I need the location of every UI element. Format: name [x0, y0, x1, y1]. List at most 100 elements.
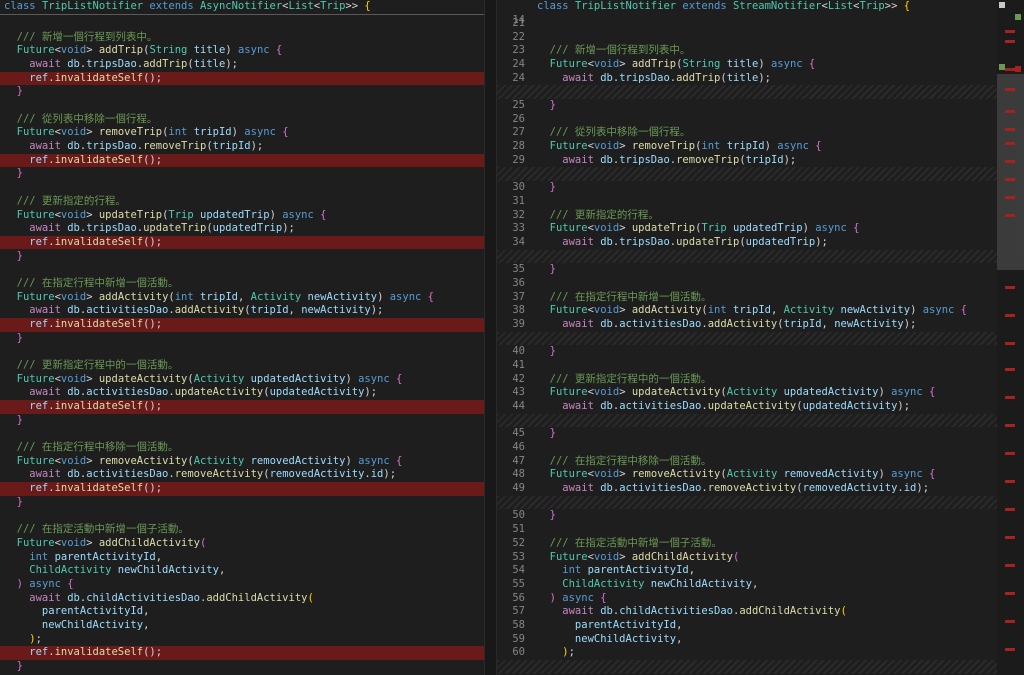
deleted-line[interactable]: ref.invalidateSelf(); — [0, 317, 484, 332]
code-line[interactable]: int parentActivityId, — [0, 551, 484, 565]
code-line[interactable]: 35 } — [497, 263, 997, 277]
code-line[interactable]: 51 — [497, 523, 997, 537]
code-line[interactable]: parentActivityId, — [0, 605, 484, 619]
left-sticky-header[interactable]: class TripListNotifier extends AsyncNoti… — [0, 0, 484, 15]
diff-filler-line[interactable] — [497, 167, 997, 182]
code-line[interactable]: ) async { — [0, 578, 484, 592]
code-line[interactable]: 32 /// 更新指定的行程。 — [497, 209, 997, 223]
code-line[interactable] — [0, 99, 484, 113]
minimap-scrollbar-icon[interactable] — [997, 0, 1024, 675]
code-line[interactable]: } — [0, 660, 484, 674]
code-line[interactable]: Future<void> updateActivity(Activity upd… — [0, 373, 484, 387]
code-line[interactable]: /// 從列表中移除一個行程。 — [0, 113, 484, 127]
code-line[interactable]: await db.tripsDao.updateTrip(updatedTrip… — [0, 222, 484, 236]
code-line[interactable]: 41 — [497, 359, 997, 373]
deleted-line[interactable]: ref.invalidateSelf(); — [0, 153, 484, 168]
code-line[interactable]: 56 ) async { — [497, 592, 997, 606]
diff-filler-line[interactable] — [497, 495, 997, 510]
code-line[interactable]: ChildActivity newChildActivity, — [0, 564, 484, 578]
code-line[interactable]: 58 parentActivityId, — [497, 619, 997, 633]
code-line[interactable]: 21 — [497, 17, 997, 31]
code-line[interactable]: } — [0, 250, 484, 264]
code-line[interactable]: } — [0, 167, 484, 181]
code-line[interactable]: 22 — [497, 31, 997, 45]
right-sticky-header[interactable]: 14 class TripListNotifier extends Stream… — [497, 0, 997, 26]
code-line[interactable]: 24 await db.tripsDao.addTrip(title); — [497, 72, 997, 86]
code-line[interactable]: 38 Future<void> addActivity(int tripId, … — [497, 304, 997, 318]
code-line[interactable] — [0, 345, 484, 359]
code-line[interactable]: Future<void> addTrip(String title) async… — [0, 44, 484, 58]
code-line[interactable]: await db.activitiesDao.addActivity(tripI… — [0, 304, 484, 318]
code-line[interactable]: await db.childActivitiesDao.addChildActi… — [0, 592, 484, 606]
deleted-line[interactable]: ref.invalidateSelf(); — [0, 71, 484, 86]
minimap-slider[interactable] — [997, 74, 1024, 270]
code-line[interactable]: 60 ); — [497, 646, 997, 660]
code-line[interactable]: 26 — [497, 113, 997, 127]
code-line[interactable]: 45 } — [497, 427, 997, 441]
code-line[interactable]: 39 await db.activitiesDao.addActivity(tr… — [497, 318, 997, 332]
code-line[interactable]: 25 } — [497, 99, 997, 113]
code-line[interactable]: 42 /// 更新指定行程中的一個活動。 — [497, 373, 997, 387]
code-line[interactable]: 44 await db.activitiesDao.updateActivity… — [497, 400, 997, 414]
code-line[interactable]: 37 /// 在指定行程中新增一個活動。 — [497, 291, 997, 305]
diff-filler-line[interactable] — [497, 85, 997, 99]
code-line[interactable]: 24 Future<void> addTrip(String title) as… — [497, 58, 997, 72]
code-line[interactable]: 53 Future<void> addChildActivity( — [497, 551, 997, 565]
diff-filler-line[interactable] — [497, 331, 997, 346]
code-line[interactable]: Future<void> removeTrip(int tripId) asyn… — [0, 126, 484, 140]
code-line[interactable]: 34 await db.tripsDao.updateTrip(updatedT… — [497, 236, 997, 250]
deleted-line[interactable]: ref.invalidateSelf(); — [0, 400, 484, 414]
code-line[interactable]: await db.tripsDao.addTrip(title); — [0, 58, 484, 72]
deleted-line[interactable]: ref.invalidateSelf(); — [0, 235, 484, 250]
code-line[interactable]: Future<void> addChildActivity( — [0, 537, 484, 551]
code-line[interactable]: } — [0, 332, 484, 346]
code-line[interactable]: await db.activitiesDao.updateActivity(up… — [0, 386, 484, 400]
code-line[interactable]: } — [0, 414, 484, 428]
code-line[interactable]: 40 } — [497, 345, 997, 359]
code-line[interactable]: 29 await db.tripsDao.removeTrip(tripId); — [497, 154, 997, 168]
code-line[interactable]: 50 } — [497, 509, 997, 523]
code-line[interactable]: 55 ChildActivity newChildActivity, — [497, 578, 997, 592]
code-line[interactable]: await db.activitiesDao.removeActivity(re… — [0, 468, 484, 482]
diff-filler-line[interactable] — [497, 659, 997, 674]
code-line[interactable]: 57 await db.childActivitiesDao.addChildA… — [497, 605, 997, 619]
diff-filler-line[interactable] — [497, 413, 997, 428]
code-line[interactable]: 31 — [497, 195, 997, 209]
code-line[interactable]: } — [0, 85, 484, 99]
code-line[interactable] — [0, 509, 484, 523]
code-line[interactable]: 36 — [497, 277, 997, 291]
code-line[interactable]: 52 /// 在指定活動中新增一個子活動。 — [497, 537, 997, 551]
right-diff-editor[interactable]: 14 class TripListNotifier extends Stream… — [497, 0, 997, 675]
code-line[interactable]: 48 Future<void> removeActivity(Activity … — [497, 468, 997, 482]
code-line[interactable]: await db.tripsDao.removeTrip(tripId); — [0, 140, 484, 154]
code-line[interactable]: /// 在指定活動中新增一個子活動。 — [0, 523, 484, 537]
code-line[interactable]: Future<void> addActivity(int tripId, Act… — [0, 291, 484, 305]
code-line[interactable]: 27 /// 從列表中移除一個行程。 — [497, 126, 997, 140]
code-line[interactable]: 43 Future<void> updateActivity(Activity … — [497, 386, 997, 400]
left-diff-editor[interactable]: class TripListNotifier extends AsyncNoti… — [0, 0, 484, 675]
code-line[interactable]: 33 Future<void> updateTrip(Trip updatedT… — [497, 222, 997, 236]
code-line[interactable]: } — [0, 496, 484, 510]
diff-divider[interactable] — [484, 0, 497, 675]
code-line[interactable]: newChildActivity, — [0, 619, 484, 633]
code-line[interactable]: /// 在指定行程中新增一個活動。 — [0, 277, 484, 291]
code-line[interactable]: /// 新增一個行程到列表中。 — [0, 31, 484, 45]
code-line[interactable]: ); — [0, 633, 484, 647]
code-line[interactable] — [0, 181, 484, 195]
code-line[interactable]: 47 /// 在指定行程中移除一個活動。 — [497, 455, 997, 469]
code-line[interactable]: 54 int parentActivityId, — [497, 564, 997, 578]
code-line[interactable] — [0, 17, 484, 31]
code-line[interactable]: Future<void> updateTrip(Trip updatedTrip… — [0, 209, 484, 223]
code-line[interactable] — [0, 427, 484, 441]
code-line[interactable]: 46 — [497, 441, 997, 455]
code-line[interactable]: 28 Future<void> removeTrip(int tripId) a… — [497, 140, 997, 154]
code-line[interactable]: 49 await db.activitiesDao.removeActivity… — [497, 482, 997, 496]
code-line[interactable]: Future<void> removeActivity(Activity rem… — [0, 455, 484, 469]
deleted-line[interactable]: ref.invalidateSelf(); — [0, 482, 484, 496]
code-line[interactable]: 30 } — [497, 181, 997, 195]
code-line[interactable]: 59 newChildActivity, — [497, 633, 997, 647]
code-line[interactable]: /// 更新指定的行程。 — [0, 195, 484, 209]
diff-filler-line[interactable] — [497, 249, 997, 264]
code-line[interactable]: 23 /// 新增一個行程到列表中。 — [497, 44, 997, 58]
code-line[interactable]: /// 更新指定行程中的一個活動。 — [0, 359, 484, 373]
